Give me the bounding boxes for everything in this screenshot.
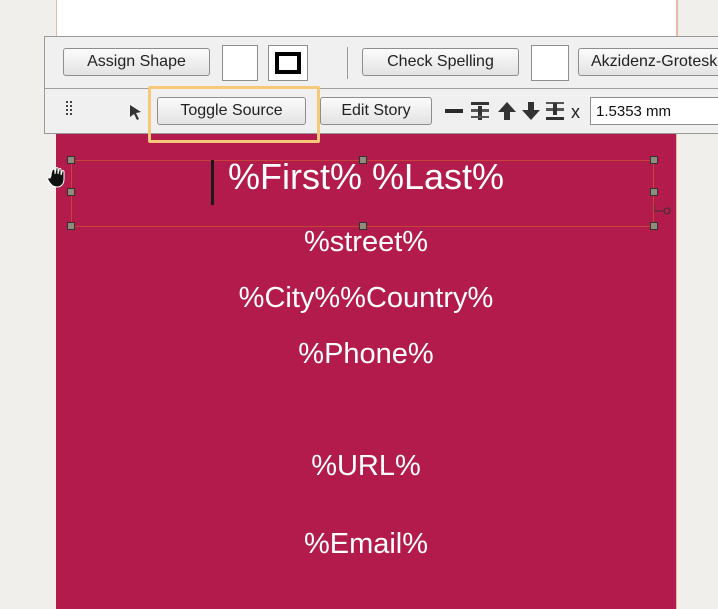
email-line[interactable]: %Email%	[56, 528, 676, 561]
toolbar-row-1: Assign Shape Check Spelling Akzidenz-Gro…	[45, 37, 718, 89]
toggle-source-highlight	[148, 86, 320, 143]
x-coordinate-value: 1.5353 mm	[596, 102, 672, 120]
city-country-line[interactable]: %City%%Country%	[56, 282, 676, 315]
arrow-down-icon[interactable]	[519, 100, 543, 122]
assign-shape-label: Assign Shape	[87, 53, 186, 70]
assign-shape-button[interactable]: Assign Shape	[63, 48, 210, 76]
street-line[interactable]: %street%	[56, 226, 676, 259]
fill-color-swatch[interactable]	[222, 45, 258, 81]
toolbar-divider	[347, 47, 348, 79]
edit-story-button[interactable]: Edit Story	[320, 97, 432, 125]
align-top-icon[interactable]	[469, 100, 493, 122]
arrow-up-icon[interactable]	[495, 100, 519, 122]
text-color-swatch[interactable]	[531, 45, 569, 81]
check-spelling-button[interactable]: Check Spelling	[362, 48, 519, 76]
edit-story-label: Edit Story	[341, 102, 411, 119]
font-family-selector[interactable]: Akzidenz-Grotesk	[578, 48, 718, 76]
x-coordinate-label: x	[571, 102, 580, 122]
minus-icon[interactable]	[442, 100, 466, 122]
name-line[interactable]: %First% %Last%	[56, 156, 676, 198]
stroke-box-icon	[275, 52, 301, 74]
align-bottom-icon[interactable]	[544, 100, 568, 122]
x-coordinate-input[interactable]: 1.5353 mm	[590, 97, 718, 125]
url-line[interactable]: %URL%	[56, 450, 676, 483]
font-family-label: Akzidenz-Grotesk	[591, 53, 718, 70]
floating-toolbar: Assign Shape Check Spelling Akzidenz-Gro…	[44, 36, 718, 134]
toolbar-row-2: Toggle Source Edit Story x 1.5353 mm	[45, 88, 718, 134]
phone-line[interactable]: %Phone%	[56, 338, 676, 371]
grip-icon[interactable]	[66, 101, 74, 119]
check-spelling-label: Check Spelling	[387, 53, 494, 70]
pointer-arrow-icon[interactable]	[128, 103, 144, 121]
link-connector-icon[interactable]	[654, 203, 674, 219]
stroke-color-swatch[interactable]	[268, 45, 308, 81]
page-top-area	[56, 0, 678, 36]
